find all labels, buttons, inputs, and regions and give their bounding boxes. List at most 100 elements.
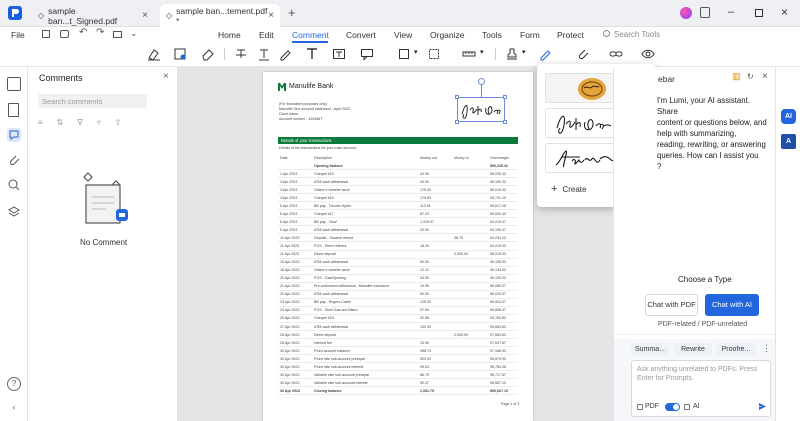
text-box-icon[interactable] <box>331 46 347 62</box>
table-cell: 30 Apr 2023 <box>280 356 300 361</box>
ai-assistant-icon[interactable]: AI <box>781 109 796 124</box>
menu-protect[interactable]: Protect <box>557 30 584 40</box>
resize-handle-icon[interactable] <box>503 120 507 124</box>
signature-icon[interactable] <box>537 46 553 62</box>
shape-icon[interactable] <box>396 46 412 62</box>
table-cell: Variable rate sub-account principal <box>314 372 370 377</box>
toolbar-divider <box>495 48 496 60</box>
strikethrough-icon[interactable] <box>233 46 249 62</box>
help-icon[interactable]: ? <box>7 377 21 391</box>
table-cell: Bill pay - Toronto Hydro <box>314 203 352 208</box>
link-icon[interactable] <box>608 46 624 62</box>
history-icon[interactable]: ↻ <box>747 72 754 81</box>
table-cell: 18.29 <box>420 244 429 248</box>
search-icon[interactable] <box>603 30 610 37</box>
chat-with-pdf-button[interactable]: Chat with PDF <box>645 294 698 316</box>
ai-message-input[interactable]: Ask anything unrelated to PDFs. Press En… <box>631 360 771 417</box>
thumbnails-icon[interactable] <box>7 77 21 91</box>
table-cell: 38.75 <box>454 235 463 240</box>
eraser-icon[interactable] <box>200 46 216 62</box>
close-icon[interactable]: × <box>762 71 768 82</box>
save-icon[interactable] <box>42 30 50 38</box>
measure-icon[interactable] <box>461 46 477 62</box>
send-icon[interactable] <box>758 402 767 411</box>
col-overmargin: Overmargin <box>490 156 509 160</box>
tab-statement[interactable]: ◇ sample ban...tement.pdf * × <box>160 4 280 27</box>
bookmark-icon[interactable] <box>8 103 19 117</box>
maximize-icon[interactable] <box>755 9 763 17</box>
stamp-icon[interactable] <box>504 46 520 62</box>
email-icon[interactable] <box>113 31 122 38</box>
minimize-icon[interactable]: – <box>728 6 734 18</box>
comment-panel-icon[interactable] <box>7 128 21 142</box>
close-icon[interactable]: × <box>142 10 148 21</box>
print-icon[interactable] <box>60 30 69 38</box>
menu-home[interactable]: Home <box>218 30 241 40</box>
menu-form[interactable]: Form <box>520 30 540 40</box>
table-cell: 96,015.32 <box>490 187 506 192</box>
eye-icon[interactable] <box>640 46 656 62</box>
collapse-icon[interactable]: ‹ <box>7 402 21 416</box>
table-cell: 66.79 <box>420 372 429 377</box>
redo-icon[interactable]: ↷ <box>96 27 104 38</box>
translate-icon[interactable]: A <box>781 134 796 149</box>
avatar[interactable] <box>680 7 692 19</box>
area-highlight-icon[interactable] <box>426 46 442 62</box>
new-tab-icon[interactable]: + <box>288 5 296 20</box>
pen-icon[interactable] <box>277 46 293 62</box>
attachment-icon[interactable] <box>575 46 591 62</box>
filter-icon[interactable]: ⇅ <box>57 118 64 128</box>
close-icon[interactable]: × <box>268 10 274 21</box>
more-icon[interactable]: ⋮ <box>762 343 771 354</box>
mode-toggle[interactable] <box>665 403 680 411</box>
create-label: Create <box>562 184 587 194</box>
layers-icon[interactable] <box>7 205 21 219</box>
expand-icon[interactable]: ∇ <box>77 118 82 128</box>
filter-funnel-icon[interactable]: ▿ <box>97 118 101 128</box>
menu-file[interactable]: File <box>11 30 25 40</box>
close-window-icon[interactable]: × <box>781 5 788 19</box>
resize-handle-icon[interactable] <box>455 95 459 99</box>
more-icon[interactable]: ⌄ <box>130 28 138 39</box>
menu-edit[interactable]: Edit <box>259 30 274 40</box>
resize-handle-icon[interactable] <box>503 95 507 99</box>
search-tools[interactable]: Search Tools <box>614 30 660 39</box>
export-icon[interactable]: ⇧ <box>115 118 122 128</box>
bank-name: Manulife Bank <box>289 83 334 90</box>
attachment-icon[interactable] <box>7 153 21 167</box>
summarize-chip[interactable]: Summa... <box>631 343 669 356</box>
cart-icon[interactable]: ▥ <box>732 71 741 82</box>
menu-organize[interactable]: Organize <box>430 30 465 40</box>
intro-line: ? <box>657 162 662 171</box>
undo-icon[interactable]: ↶ <box>79 27 87 38</box>
proofread-chip[interactable]: Proofre... <box>716 343 756 356</box>
create-signature-button[interactable]: + Create <box>551 183 586 195</box>
rotate-handle-icon[interactable] <box>478 78 485 85</box>
placed-signature[interactable] <box>457 97 505 122</box>
menu-comment[interactable]: Comment <box>292 30 329 40</box>
text-icon[interactable] <box>304 46 320 62</box>
stamp-dropdown-icon[interactable]: ▾ <box>522 48 526 56</box>
measure-dropdown-icon[interactable]: ▾ <box>480 48 484 56</box>
close-icon[interactable]: × <box>163 71 169 82</box>
pdf-checkbox[interactable] <box>637 404 643 410</box>
note-icon[interactable] <box>172 46 188 62</box>
callout-icon[interactable] <box>359 46 375 62</box>
table-cell: 96,667.10 <box>490 380 506 385</box>
chat-with-ai-button[interactable]: Chat with AI <box>705 294 759 316</box>
highlight-icon[interactable] <box>146 46 162 62</box>
menu-view[interactable]: View <box>394 30 412 40</box>
tab-signed[interactable]: ◇ sample ban...t_Signed.pdf × <box>32 4 154 27</box>
notification-icon[interactable] <box>700 7 710 18</box>
underline-icon[interactable] <box>256 46 272 62</box>
ai-checkbox[interactable] <box>684 404 690 410</box>
sort-icon[interactable]: ≡ <box>38 118 43 128</box>
search-comments-input[interactable]: Search comments <box>38 94 147 108</box>
shape-dropdown-icon[interactable]: ▾ <box>414 48 418 56</box>
menu-tools[interactable]: Tools <box>482 30 502 40</box>
search-icon[interactable] <box>7 178 21 192</box>
menu-convert[interactable]: Convert <box>346 30 376 40</box>
resize-handle-icon[interactable] <box>455 120 459 124</box>
rewrite-chip[interactable]: Rewrite <box>674 343 712 356</box>
table-row: Opening balance $96,245.42 <box>278 162 518 170</box>
